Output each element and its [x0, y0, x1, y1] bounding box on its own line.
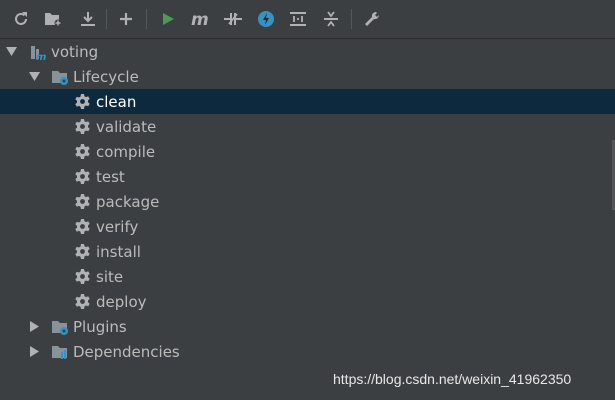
gear-icon [73, 93, 91, 111]
plus-icon[interactable] [114, 7, 138, 31]
run-icon[interactable] [156, 7, 180, 31]
execute-maven-goal-icon[interactable]: m [189, 7, 213, 31]
lifecycle-goal-package[interactable]: package [0, 189, 615, 214]
add-maven-project-icon[interactable] [41, 7, 65, 31]
gear-icon [73, 218, 91, 236]
maven-projects-tree: m voting Lifecycle clean validate compil… [0, 39, 615, 400]
goal-label: verify [96, 217, 139, 236]
collapsed-arrow-icon[interactable] [28, 346, 40, 358]
dependencies-folder-icon [51, 343, 69, 361]
tree-node-lifecycle[interactable]: Lifecycle [0, 64, 615, 89]
gear-icon [73, 168, 91, 186]
toggle-offline-icon[interactable] [221, 7, 245, 31]
expand-arrow-icon[interactable] [28, 71, 40, 83]
plugins-folder-icon [51, 318, 69, 336]
collapse-all-icon[interactable] [319, 7, 343, 31]
goal-label: compile [96, 142, 156, 161]
download-sources-icon[interactable] [76, 7, 100, 31]
show-dependencies-icon[interactable] [286, 7, 310, 31]
gear-icon [73, 268, 91, 286]
toolbar-separator [106, 9, 107, 29]
toolbar-separator [146, 9, 147, 29]
watermark-text: https://blog.csdn.net/weixin_41962350 [333, 371, 572, 387]
svg-text:m: m [36, 52, 46, 61]
lifecycle-goal-compile[interactable]: compile [0, 139, 615, 164]
lifecycle-goal-validate[interactable]: validate [0, 114, 615, 139]
maven-toolbar: m [0, 0, 615, 39]
dependencies-label: Dependencies [73, 342, 180, 361]
project-label: voting [51, 42, 99, 61]
lifecycle-goal-verify[interactable]: verify [0, 214, 615, 239]
goal-label: install [96, 242, 141, 261]
lifecycle-label: Lifecycle [73, 67, 139, 86]
goal-label: deploy [96, 292, 147, 311]
collapsed-arrow-icon[interactable] [28, 321, 40, 333]
plugins-label: Plugins [73, 317, 127, 336]
goal-label: clean [96, 92, 137, 111]
goal-label: test [96, 167, 125, 186]
lifecycle-goal-site[interactable]: site [0, 264, 615, 289]
gear-icon [73, 293, 91, 311]
toolbar-separator [351, 9, 352, 29]
gear-icon [73, 243, 91, 261]
lifecycle-folder-icon [51, 68, 69, 86]
goal-label: validate [96, 117, 157, 136]
goal-label: site [96, 267, 124, 286]
lifecycle-goal-clean[interactable]: clean [0, 89, 615, 114]
gear-icon [73, 193, 91, 211]
gear-icon [73, 143, 91, 161]
lifecycle-goal-deploy[interactable]: deploy [0, 289, 615, 314]
goal-label: package [96, 192, 160, 211]
tree-node-project[interactable]: m voting [0, 39, 615, 64]
maven-project-icon: m [29, 43, 47, 61]
svg-text:m: m [191, 10, 209, 28]
expand-arrow-icon[interactable] [5, 46, 17, 58]
tree-node-dependencies[interactable]: Dependencies [0, 339, 615, 364]
tree-node-plugins[interactable]: Plugins [0, 314, 615, 339]
gear-icon [73, 118, 91, 136]
settings-wrench-icon[interactable] [360, 7, 384, 31]
lifecycle-goal-install[interactable]: install [0, 239, 615, 264]
skip-tests-icon[interactable] [254, 7, 278, 31]
reload-icon[interactable] [9, 7, 33, 31]
lifecycle-goal-test[interactable]: test [0, 164, 615, 189]
